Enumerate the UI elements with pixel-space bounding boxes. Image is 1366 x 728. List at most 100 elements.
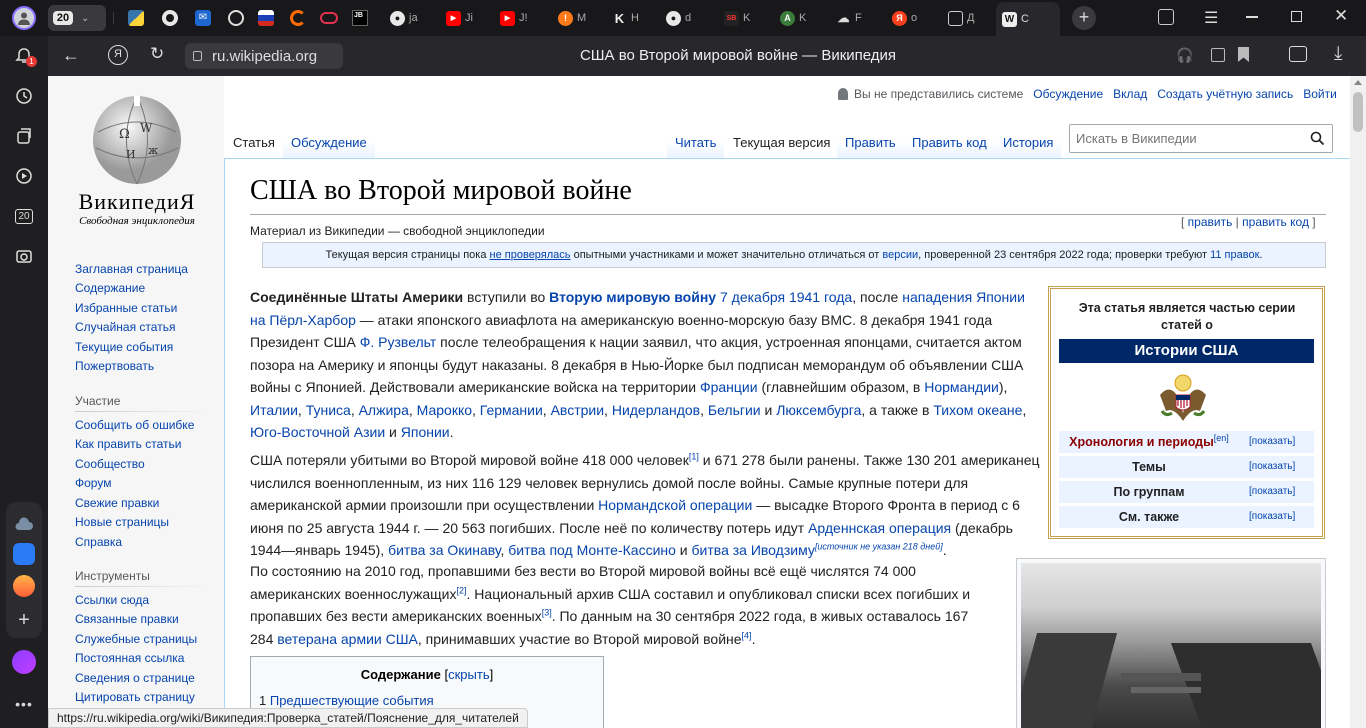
mail-tab[interactable]: ✉ (195, 10, 211, 26)
tab-window-d[interactable]: Д (942, 5, 986, 31)
article-link[interactable]: Люксембурга (776, 402, 861, 418)
tab-counter-button[interactable]: 20 ⌄ (48, 5, 106, 31)
participation-link[interactable]: Свежие правки (75, 496, 159, 510)
tab-article[interactable]: Статья (225, 124, 283, 158)
jb-tab[interactable]: JB (352, 10, 368, 26)
tab-a-k[interactable]: AK (774, 5, 818, 31)
tools-link[interactable]: Цитировать страницу (75, 690, 195, 704)
search-box[interactable] (1069, 124, 1333, 153)
page-scrollbar[interactable] (1350, 76, 1366, 728)
screenshot-camera-icon[interactable] (12, 244, 36, 268)
article-link[interactable]: 7 декабря 1941 года (720, 289, 852, 305)
pending-edits-link[interactable]: 11 правок (1210, 249, 1259, 261)
yandex-home-icon[interactable]: Я (108, 45, 128, 65)
toc-hide-link[interactable]: скрыть (448, 667, 490, 682)
version-link[interactable]: версии (882, 249, 918, 261)
collections-stack-icon[interactable] (12, 124, 36, 148)
tab-yandex-o[interactable]: Яo (886, 5, 930, 31)
article-link[interactable]: Австрии (551, 402, 604, 418)
mail-app-icon[interactable] (12, 574, 36, 598)
chatgpt-tab[interactable] (228, 10, 244, 26)
not-checked-link[interactable]: не проверялась (490, 249, 571, 261)
wikipedia-globe-logo[interactable]: Ω W И ж (86, 92, 188, 186)
landing-photo-thumbnail[interactable] (1016, 558, 1326, 728)
tools-link[interactable]: Сведения о странице (75, 671, 195, 685)
tab-edit-code[interactable]: Править код (904, 124, 995, 158)
article-link[interactable]: Юго-Восточной Азии (250, 424, 385, 440)
nav-link[interactable]: Случайная статья (75, 320, 175, 334)
article-link[interactable]: Италии (250, 402, 298, 418)
tab-youtube-1[interactable]: ▶ Ji (440, 5, 484, 31)
article-link[interactable]: Ф. Рузвельт (360, 334, 437, 350)
nav-link[interactable]: Заглавная страница (75, 262, 188, 276)
tools-link[interactable]: Связанные правки (75, 612, 179, 626)
toc-item[interactable]: 1 Предшествующие события (259, 693, 434, 708)
collections-icon[interactable] (1158, 9, 1174, 25)
tab-sb-k[interactable]: SB K (718, 5, 762, 31)
bookmark-icon[interactable] (1238, 47, 1249, 62)
article-link[interactable]: ветерана армии США (277, 631, 418, 647)
participation-link[interactable]: Форум (75, 476, 111, 490)
add-app-icon[interactable]: + (12, 608, 36, 632)
github-tab[interactable] (162, 10, 178, 26)
minimize-button[interactable] (1246, 16, 1258, 18)
article-link[interactable]: Тихом океане (933, 402, 1022, 418)
tab-wikipedia-active[interactable]: WС (996, 2, 1060, 36)
edit-link[interactable]: править (1188, 215, 1233, 229)
infobox-show-link[interactable]: [показать] (1249, 506, 1295, 528)
tab-current-version[interactable]: Текущая версия (725, 124, 839, 158)
red-oval-tab[interactable] (320, 12, 338, 24)
alice-assistant-icon[interactable] (12, 650, 36, 674)
tab-github-d[interactable]: ● d (660, 5, 704, 31)
speed-tab[interactable] (290, 10, 306, 26)
participation-link[interactable]: Как править статьи (75, 437, 181, 451)
infobox-show-link[interactable]: [показать] (1249, 481, 1295, 503)
url-field[interactable]: ru.wikipedia.org (185, 43, 343, 69)
cloud-app-icon[interactable] (12, 512, 36, 536)
profile-avatar[interactable] (12, 6, 36, 30)
scroll-up-arrow-icon[interactable] (1354, 80, 1362, 85)
download-arrow-icon[interactable]: ⤓ (1334, 43, 1342, 65)
reference-link[interactable]: [3] (542, 607, 552, 617)
search-icon[interactable] (1310, 131, 1325, 146)
tab-k-h[interactable]: KH (606, 5, 650, 31)
login-link[interactable]: Войти (1303, 87, 1337, 101)
nav-link[interactable]: Текущие события (75, 340, 173, 354)
infobox-show-link[interactable]: [показать] (1249, 456, 1295, 478)
article-link[interactable]: битва под Монте-Кассино (508, 542, 676, 558)
tools-link[interactable]: Постоянная ссылка (75, 651, 184, 665)
tab-edit[interactable]: Править (837, 124, 904, 158)
article-link[interactable]: Нормандии (924, 379, 999, 395)
article-link[interactable]: Нормандской операции (598, 497, 752, 513)
edit-code-link[interactable]: править код (1242, 215, 1309, 229)
tab-read[interactable]: Читать (667, 124, 725, 158)
infobox-series-title[interactable]: Истории США (1059, 339, 1314, 363)
article-link[interactable]: Вторую мировую войну (549, 289, 716, 305)
tools-link[interactable]: Служебные страницы (75, 632, 197, 646)
tab-talk[interactable]: Обсуждение (283, 124, 375, 158)
tab-page-m[interactable]: ! M (552, 5, 596, 31)
participation-link[interactable]: Справка (75, 535, 122, 549)
article-link[interactable]: битва за Окинаву (388, 542, 500, 558)
python-tab[interactable] (128, 10, 144, 26)
scrollbar-thumb[interactable] (1353, 92, 1363, 132)
back-arrow-icon[interactable]: ← (62, 45, 80, 66)
reference-link[interactable]: [2] (457, 585, 467, 595)
reference-link[interactable]: [1] (689, 451, 699, 461)
participation-link[interactable]: Сообщить об ошибке (75, 418, 194, 432)
article-link[interactable]: Германии (480, 402, 543, 418)
tabs-overview-icon[interactable] (1289, 46, 1307, 62)
article-link[interactable]: Бельгии (708, 402, 761, 418)
play-circle-icon[interactable] (12, 164, 36, 188)
tab-github-ja[interactable]: ● ja (384, 5, 428, 31)
article-link[interactable]: Туниса (306, 402, 351, 418)
nav-link[interactable]: Пожертвовать (75, 359, 154, 373)
new-tab-button[interactable]: + (1072, 6, 1096, 30)
restore-button[interactable] (1291, 11, 1302, 22)
infobox-show-link[interactable]: [показать] (1249, 431, 1295, 453)
article-link[interactable]: Франции (700, 379, 758, 395)
search-input[interactable] (1070, 125, 1300, 151)
article-link[interactable]: Алжира (359, 402, 409, 418)
nav-link[interactable]: Содержание (75, 281, 145, 295)
create-account-link[interactable]: Создать учётную запись (1157, 87, 1293, 101)
